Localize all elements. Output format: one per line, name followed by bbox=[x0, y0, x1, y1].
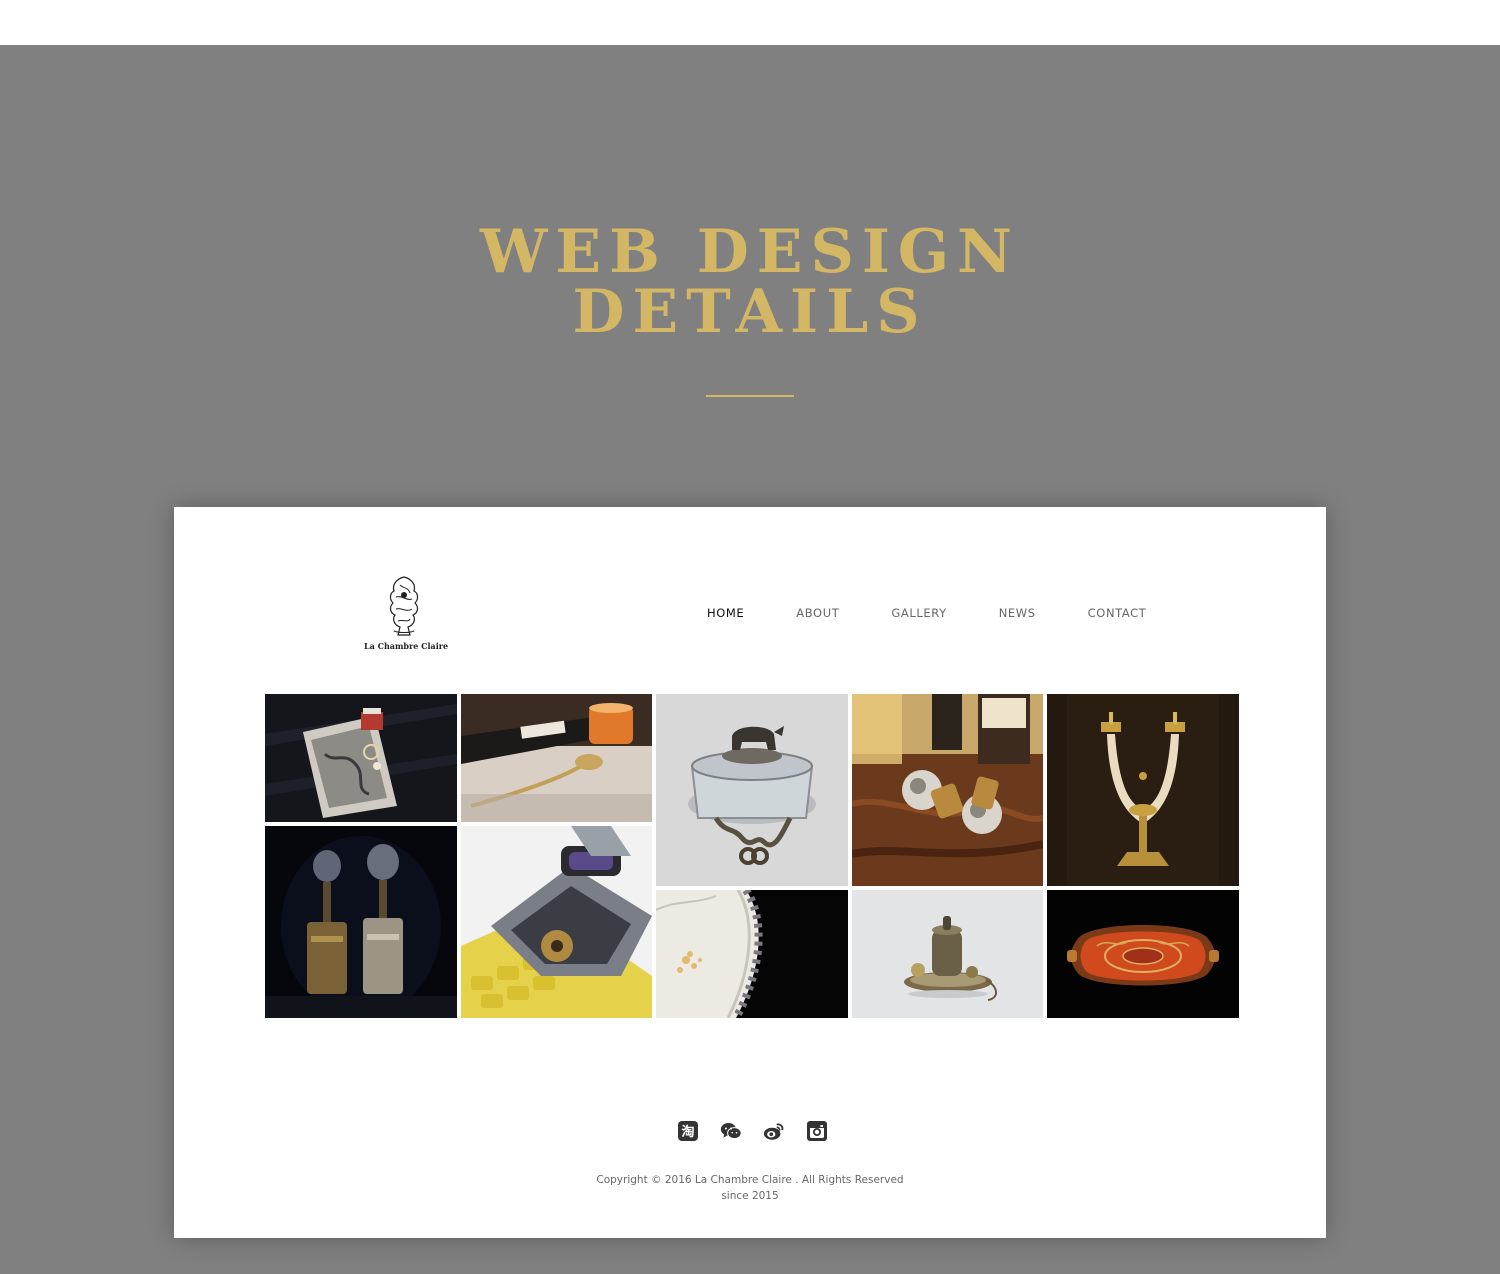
gallery-photo-lace-plate[interactable] bbox=[656, 890, 848, 1018]
nav-contact[interactable]: CONTACT bbox=[1088, 606, 1147, 622]
logo-emblem-icon bbox=[389, 576, 419, 636]
gallery-photo-wine-spoon[interactable] bbox=[461, 694, 652, 822]
nav-gallery[interactable]: GALLERY bbox=[891, 606, 946, 622]
wechat-icon[interactable] bbox=[720, 1120, 742, 1142]
top-bar bbox=[0, 0, 1500, 45]
nav-news[interactable]: NEWS bbox=[999, 606, 1036, 622]
hero-title-line2: DETAILS bbox=[572, 277, 928, 347]
gallery-photo-oil-lamps[interactable] bbox=[265, 826, 457, 1018]
svg-text:淘: 淘 bbox=[681, 1124, 694, 1140]
gallery-photo-stoppers[interactable] bbox=[852, 694, 1043, 886]
gallery-photo-red-tray[interactable] bbox=[1047, 890, 1239, 1018]
site-logo[interactable]: La Chambre Claire bbox=[364, 575, 449, 657]
hero-divider bbox=[706, 395, 794, 397]
instagram-icon[interactable] bbox=[806, 1120, 828, 1142]
hero-title-line1: WEB DESIGN bbox=[480, 217, 1020, 287]
footer-since: since 2015 bbox=[721, 1190, 779, 1202]
social-links: 淘 bbox=[677, 1120, 828, 1142]
taobao-icon[interactable]: 淘 bbox=[677, 1120, 699, 1142]
gallery-photo-teapot[interactable] bbox=[852, 890, 1043, 1018]
gallery-photo-bull-dish[interactable] bbox=[656, 694, 848, 886]
gallery-photo-typewriter[interactable] bbox=[461, 826, 652, 1018]
weibo-icon[interactable] bbox=[763, 1120, 785, 1142]
nav-home[interactable]: HOME bbox=[707, 606, 744, 622]
gallery-photo-book[interactable] bbox=[265, 694, 457, 822]
nav-about[interactable]: ABOUT bbox=[796, 606, 839, 622]
hero-title: WEB DESIGN DETAILS bbox=[0, 222, 1500, 342]
logo-text: La Chambre Claire bbox=[364, 641, 449, 651]
footer-copyright: Copyright © 2016 La Chambre Claire . All… bbox=[596, 1174, 904, 1186]
gallery-photo-candelabra[interactable] bbox=[1047, 694, 1239, 886]
website-mockup: La Chambre Claire HOME ABOUT GALLERY NEW… bbox=[174, 507, 1326, 1238]
main-nav: HOME ABOUT GALLERY NEWS CONTACT bbox=[707, 606, 1146, 622]
